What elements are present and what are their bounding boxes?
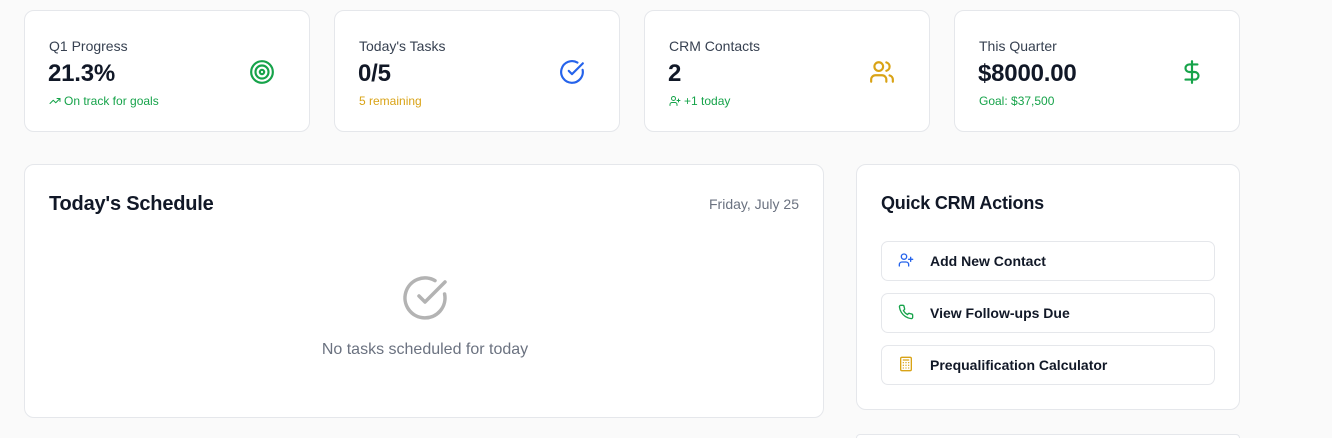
stat-subtext: On track for goals [49, 94, 159, 108]
quick-crm-actions-card: Quick CRM Actions Add New Contact View F… [856, 164, 1240, 410]
stat-label: CRM Contacts [669, 38, 761, 54]
stat-subtext: Goal: $37,500 [979, 94, 1054, 108]
stat-subtext-label: 5 remaining [359, 94, 422, 108]
user-plus-icon [669, 96, 681, 106]
stat-subtext-label: On track for goals [64, 94, 159, 108]
stat-subtext: +1 today [669, 94, 730, 108]
stat-card-todays-tasks: Today's Tasks 0/5 5 remaining [334, 10, 620, 132]
stat-subtext-label: +1 today [684, 94, 731, 108]
action-label: View Follow-ups Due [930, 305, 1070, 321]
view-follow-ups-button[interactable]: View Follow-ups Due [881, 293, 1215, 333]
check-circle-icon [401, 274, 449, 322]
next-card [856, 434, 1240, 438]
user-plus-icon [898, 252, 916, 270]
stat-card-q1-progress: Q1 Progress 21.3% On track for goals [24, 10, 310, 132]
stat-card-this-quarter: This Quarter $8000.00 Goal: $37,500 [954, 10, 1240, 132]
users-icon [869, 59, 895, 85]
phone-icon [898, 304, 916, 322]
trending-up-icon [49, 98, 61, 104]
check-circle-icon [559, 59, 585, 85]
schedule-title: Today's Schedule [49, 193, 214, 215]
quick-actions-title: Quick CRM Actions [881, 193, 1044, 213]
action-label: Add New Contact [930, 253, 1046, 269]
target-icon [249, 59, 275, 85]
stat-value: $8000.00 [978, 60, 1077, 87]
stat-label: This Quarter [979, 38, 1057, 54]
stat-value: 21.3% [48, 60, 116, 87]
stat-label: Q1 Progress [49, 38, 128, 54]
schedule-empty-message: No tasks scheduled for today [321, 341, 529, 358]
stat-label: Today's Tasks [359, 38, 446, 54]
todays-schedule-card: Today's Schedule Friday, July 25 No task… [24, 164, 824, 418]
stat-card-crm-contacts: CRM Contacts 2 +1 today [644, 10, 930, 132]
add-new-contact-button[interactable]: Add New Contact [881, 241, 1215, 281]
stat-subtext: 5 remaining [359, 94, 422, 108]
stat-value: 2 [668, 60, 682, 87]
action-label: Prequalification Calculator [930, 357, 1108, 373]
stat-value: 0/5 [358, 60, 391, 87]
stat-subtext-label: Goal: $37,500 [979, 94, 1055, 108]
schedule-date: Friday, July 25 [709, 196, 799, 212]
dollar-icon [1179, 59, 1205, 85]
calculator-icon [898, 356, 916, 374]
prequalification-calculator-button[interactable]: Prequalification Calculator [881, 345, 1215, 385]
